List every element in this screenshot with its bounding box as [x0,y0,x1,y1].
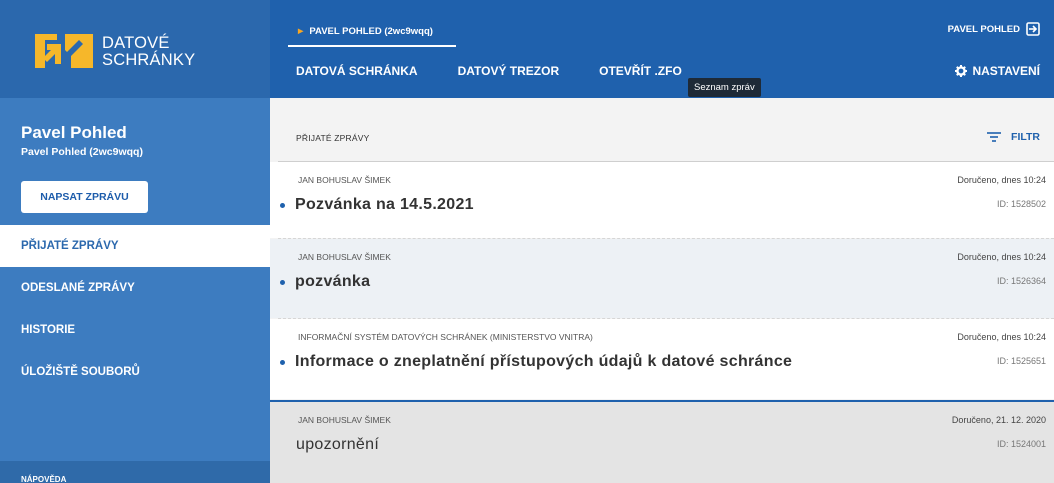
sidebar-item-help[interactable]: NÁPOVĚDA [0,461,270,483]
message-sender: JAN BOHUSLAV ŠIMEK [298,252,391,262]
tab-datovy-trezor[interactable]: DATOVÝ TREZOR [458,64,560,78]
message-subject: Informace o zneplatnění přístupových úda… [280,353,792,371]
filter-button[interactable]: FILTR [987,131,1040,143]
sidebar-item-sent[interactable]: ODESLANÉ ZPRÁVY [0,267,270,309]
filter-icon [987,132,1002,142]
message-id: ID: 1524001 [996,439,1046,449]
tab-datova-schranka[interactable]: DATOVÁ SCHRÁNKA [296,64,418,78]
sidebar: DATOVÉ SCHRÁNKY Pavel Pohled Pavel Pohle… [0,0,270,483]
tooltip: Seznam zpráv [688,78,761,97]
message-subject-text: pozvánka [295,273,371,290]
sidebar-item-storage[interactable]: ÚLOŽIŠTĚ SOUBORŮ [0,351,270,393]
unread-dot-icon [280,279,285,285]
message-sender: JAN BOHUSLAV ŠIMEK [298,415,391,425]
message-date: Doručeno, dnes 10:24 [957,175,1046,185]
message-subject: Pozvánka na 14.5.2021 [280,196,474,214]
settings-button[interactable]: NASTAVENÍ [955,64,1040,78]
logo-line1: DATOVÉ [102,34,170,52]
message-date: Doručeno, dnes 10:24 [957,252,1046,262]
user-block: Pavel Pohled Pavel Pohled (2wc9wqq) [21,123,143,158]
message-sender: INFORMAČNÍ SYSTÉM DATOVÝCH SCHRÁNEK (MIN… [298,332,593,342]
breadcrumb-underline [288,45,456,47]
unread-dot-icon [280,202,285,208]
message-list: PŘIJATÉ ZPRÁVY FILTR JAN BOHUSLAV ŠIMEK … [270,98,1054,483]
sidebar-item-received[interactable]: PŘIJATÉ ZPRÁVY [0,225,270,267]
write-message-button[interactable]: NAPSAT ZPRÁVU [21,181,148,213]
message-subject: upozornění [296,436,379,454]
account-logout[interactable]: PAVEL POHLED [948,22,1040,36]
message-subject-text: upozornění [296,436,380,453]
account-name: PAVEL POHLED [947,23,1020,35]
message-subject-text: Pozvánka na 14.5.2021 [295,196,474,213]
user-id: Pavel Pohled (2wc9wqq) [21,146,143,158]
message-subject: pozvánka [280,273,370,291]
sidebar-nav: PŘIJATÉ ZPRÁVY ODESLANÉ ZPRÁVY HISTORIE … [0,225,270,393]
message-row[interactable]: JAN BOHUSLAV ŠIMEK upozornění Doručeno, … [270,400,1054,483]
message-row[interactable]: JAN BOHUSLAV ŠIMEK Pozvánka na 14.5.2021… [270,162,1054,238]
message-id: ID: 1528502 [996,199,1046,209]
unread-dot-icon [280,359,285,365]
message-row[interactable]: INFORMAČNÍ SYSTÉM DATOVÝCH SCHRÁNEK (MIN… [270,319,1054,399]
message-id: ID: 1526364 [996,276,1046,286]
top-bar: ► PAVEL POHLED (2wc9wqq) PAVEL POHLED DAT… [270,0,1054,98]
message-date: Doručeno, dnes 10:24 [957,332,1046,342]
sidebar-item-history[interactable]: HISTORIE [0,309,270,351]
user-name: Pavel Pohled [21,123,127,142]
message-id: ID: 1525651 [996,356,1046,366]
list-title: PŘIJATÉ ZPRÁVY [296,133,370,143]
breadcrumb-label: PAVEL POHLED (2wc9wqq) [309,26,433,37]
logo-line2: SCHRÁNKY [102,51,196,69]
logo[interactable]: DATOVÉ SCHRÁNKY [0,0,270,98]
logo-text: DATOVÉ SCHRÁNKY [102,35,195,69]
main-tabs: DATOVÁ SCHRÁNKA DATOVÝ TREZOR OTEVŘÍT .Z… [296,64,722,78]
play-arrow-icon: ► [296,26,306,37]
settings-label: NASTAVENÍ [972,64,1040,78]
filter-label: FILTR [1011,131,1040,143]
message-date: Doručeno, 21. 12. 2020 [951,415,1046,425]
logo-icon [35,34,93,68]
logout-icon [1026,22,1040,36]
breadcrumb[interactable]: ► PAVEL POHLED (2wc9wqq) [296,26,433,37]
list-header: PŘIJATÉ ZPRÁVY FILTR [270,98,1054,162]
gear-icon [955,65,968,77]
message-row[interactable]: JAN BOHUSLAV ŠIMEK pozvánka Doručeno, dn… [270,239,1054,318]
message-sender: JAN BOHUSLAV ŠIMEK [298,175,391,185]
tab-open-zfo[interactable]: OTEVŘÍT .ZFO [599,64,682,78]
message-subject-text: Informace o zneplatnění přístupových úda… [295,353,793,370]
